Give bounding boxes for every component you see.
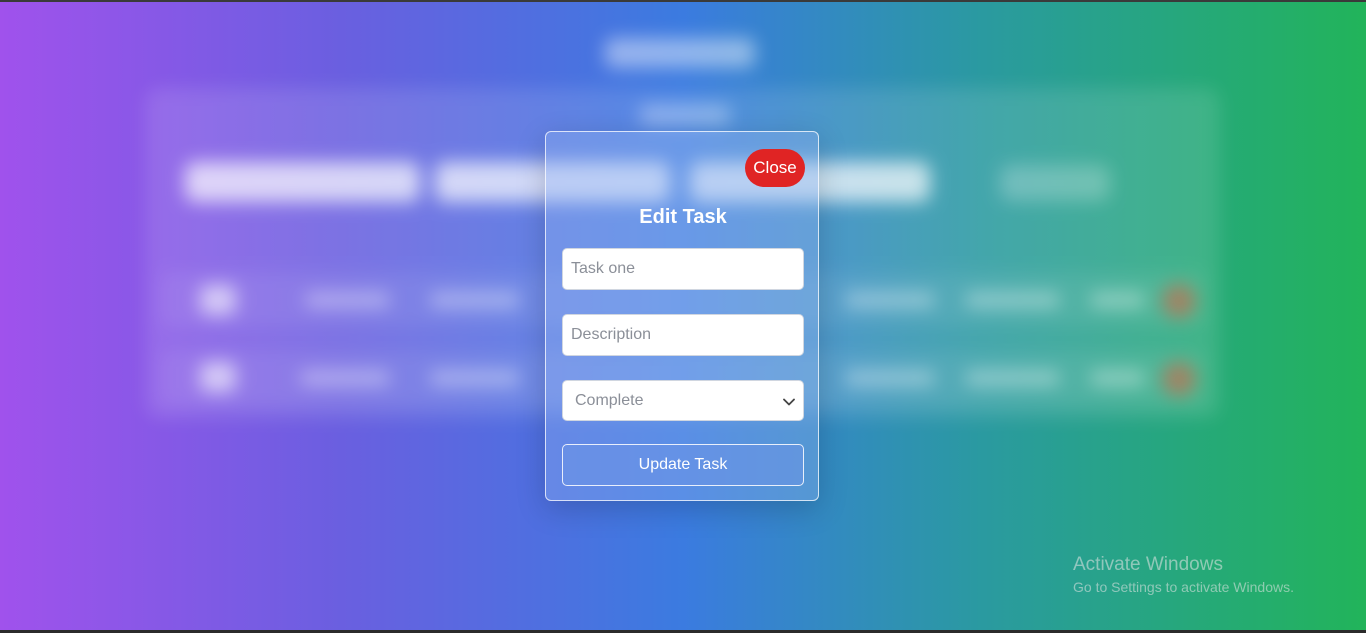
watermark-title: Activate Windows	[1073, 554, 1223, 575]
blurred-row-cell	[965, 371, 1060, 385]
blurred-row-cell	[845, 371, 935, 385]
blurred-row-cell	[1090, 371, 1145, 385]
edit-task-modal: Close Edit Task Complete Update Task	[545, 131, 819, 501]
blurred-panel-heading	[640, 105, 730, 125]
close-button[interactable]: Close	[745, 149, 805, 187]
task-status-select[interactable]: Complete	[562, 380, 804, 421]
blurred-app-title	[605, 38, 755, 68]
blurred-row-cell	[1090, 293, 1145, 307]
blurred-row-delete	[1162, 362, 1196, 396]
blurred-row-cell	[965, 293, 1060, 307]
update-task-button[interactable]: Update Task	[562, 444, 804, 486]
blurred-row-cell	[845, 293, 935, 307]
chevron-down-icon	[783, 393, 795, 409]
blurred-row-delete	[1162, 284, 1196, 318]
watermark-subtitle: Go to Settings to activate Windows.	[1073, 579, 1294, 595]
blurred-row-checkbox	[200, 285, 236, 315]
status-selected-value: Complete	[575, 391, 644, 409]
task-description-input[interactable]	[562, 314, 804, 356]
windows-activation-watermark: Activate Windows Go to Settings to activ…	[1073, 554, 1294, 595]
blurred-add-button	[1000, 165, 1110, 201]
blurred-row-cell	[300, 371, 390, 385]
task-title-input[interactable]	[562, 248, 804, 290]
blurred-row-cell	[305, 293, 390, 307]
blurred-row-cell	[430, 371, 520, 385]
blurred-row-cell	[430, 293, 520, 307]
blurred-row-checkbox	[200, 362, 236, 392]
blurred-input-1	[185, 162, 420, 202]
modal-title: Edit Task	[639, 206, 727, 228]
